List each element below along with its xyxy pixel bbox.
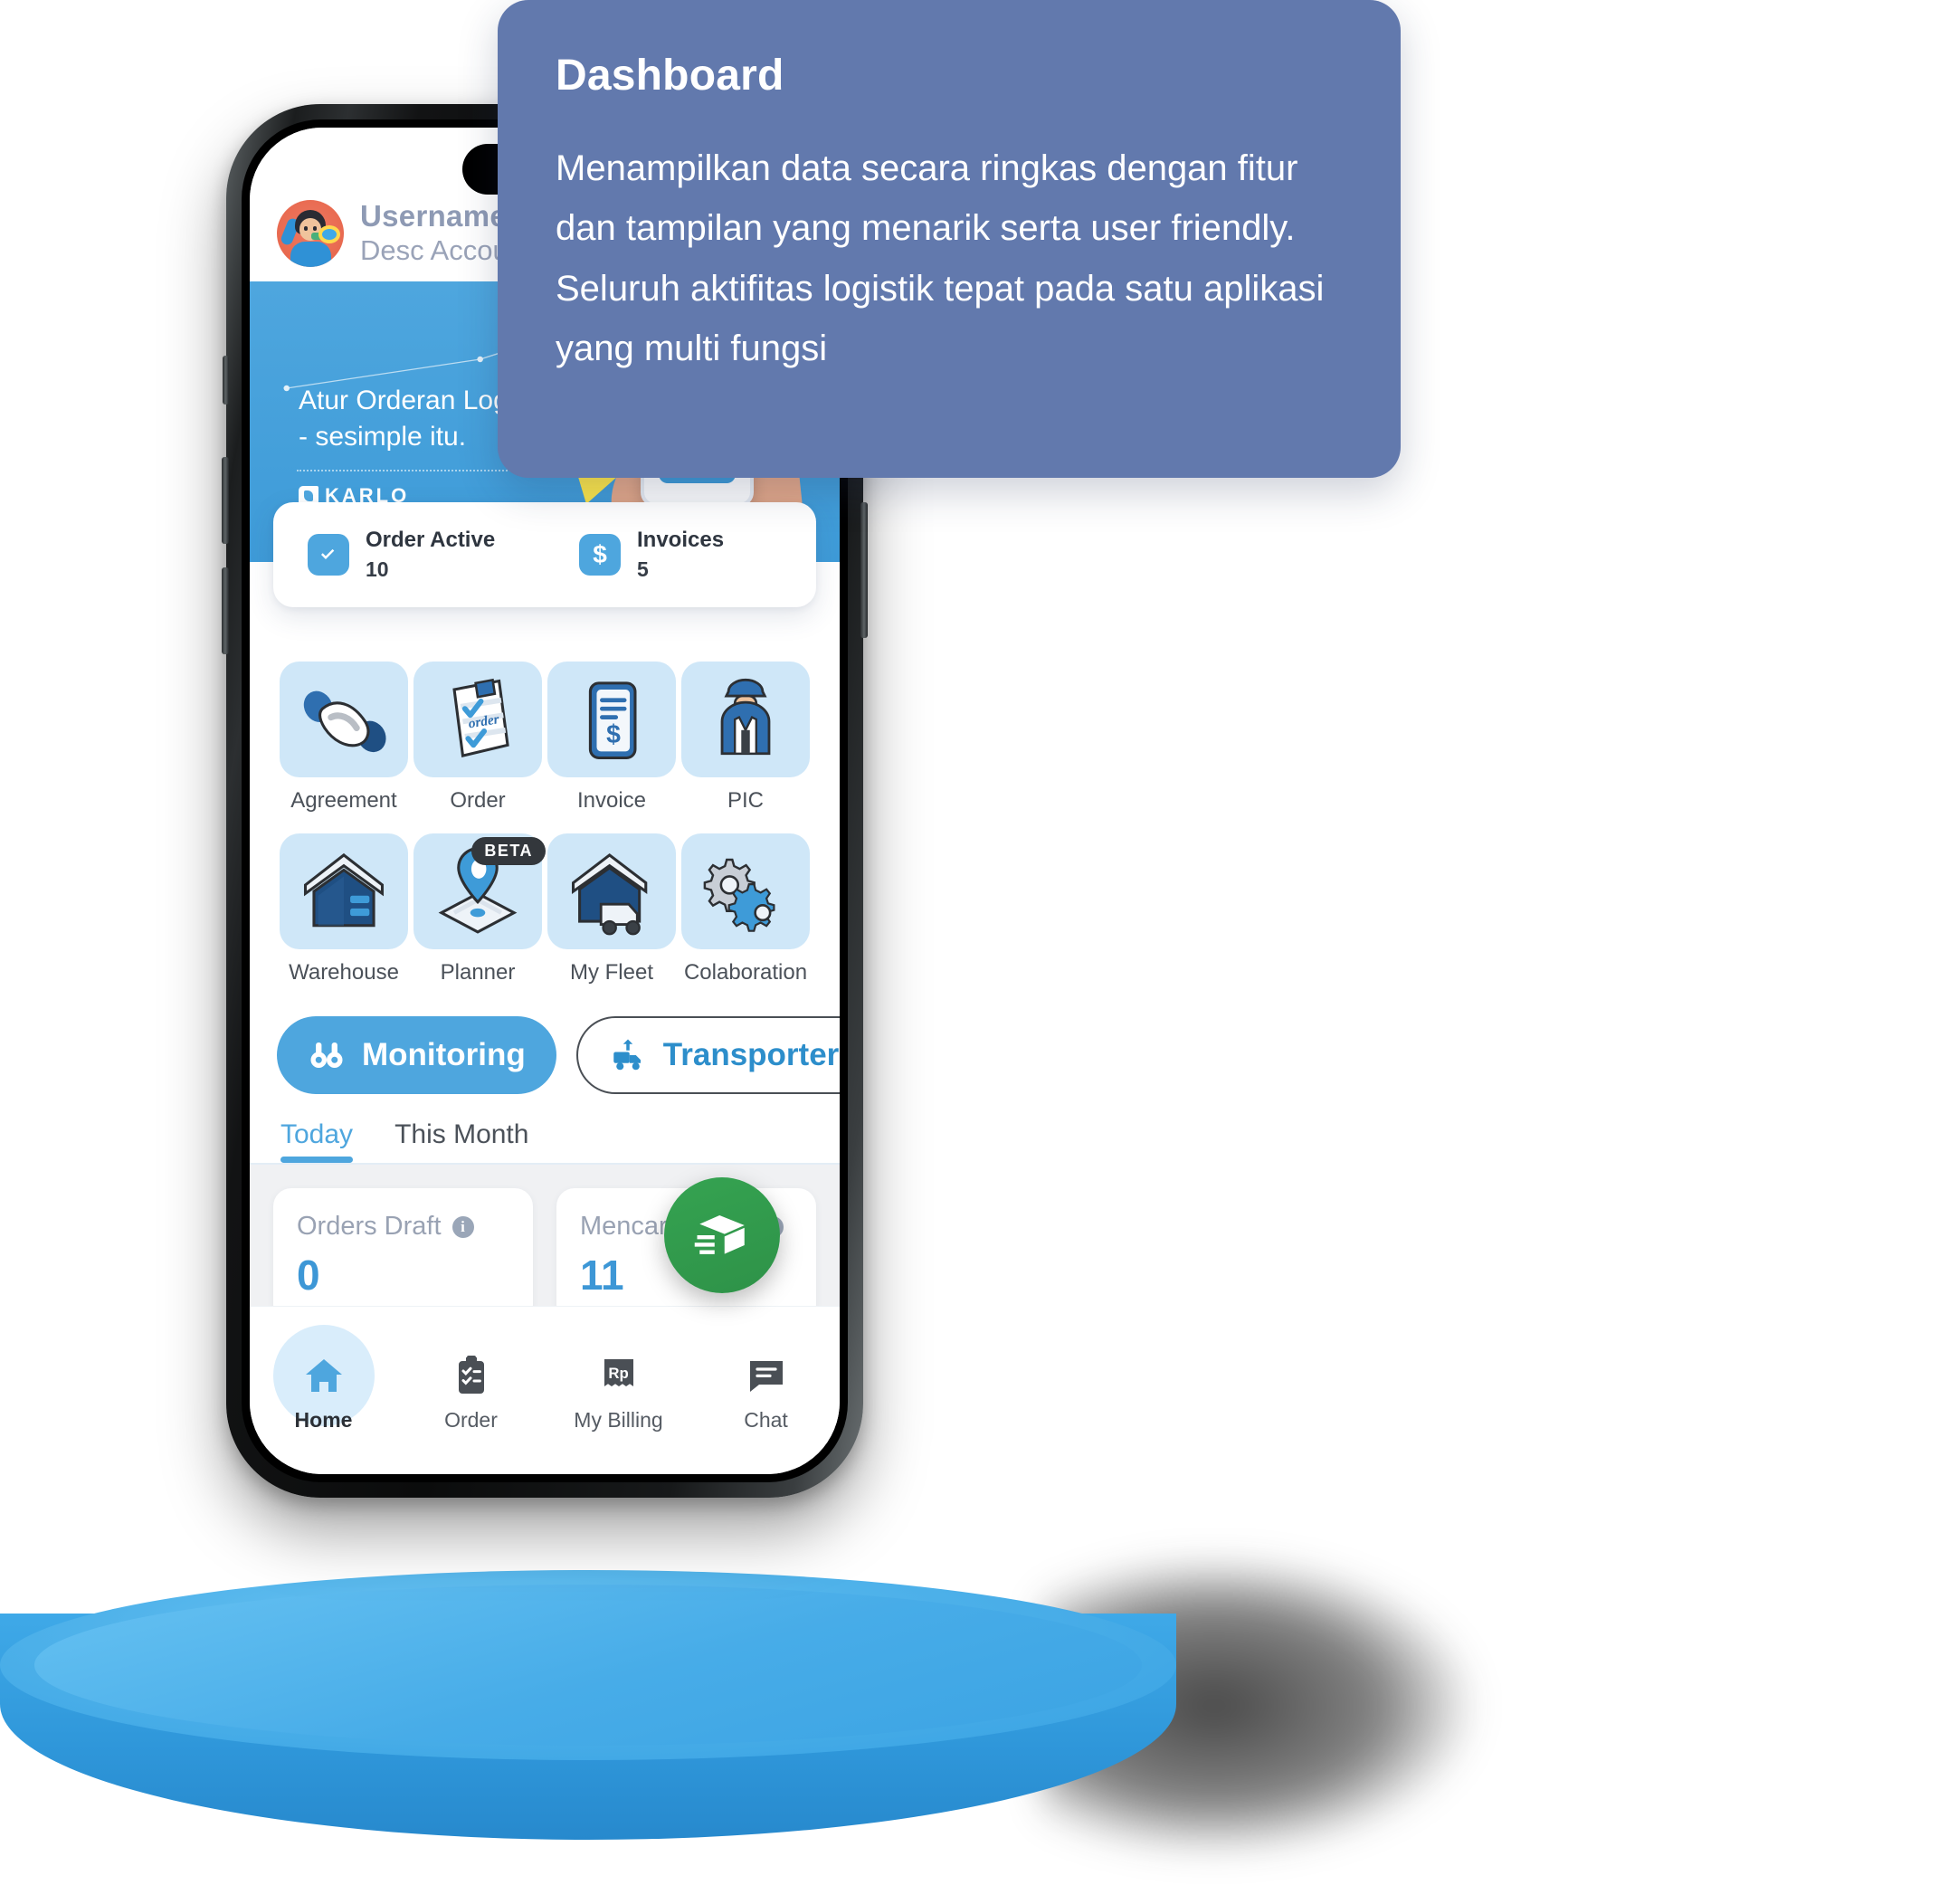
menu-item-invoice[interactable]: $ Invoice xyxy=(545,662,679,814)
stats-section: Order Active 10 $ Invoices 5 xyxy=(250,502,840,649)
tooltip-callout: Dashboard Menampilkan data secara ringka… xyxy=(498,0,1401,478)
menu-tile: order xyxy=(413,662,542,777)
clipboard-check-icon xyxy=(458,1356,484,1394)
beta-badge: BETA xyxy=(471,837,546,865)
menu-item-my-fleet[interactable]: My Fleet xyxy=(545,833,679,985)
tooltip-title: Dashboard xyxy=(556,52,784,100)
transporter-performance-button[interactable]: Transporter Performance xyxy=(575,1016,840,1094)
silent-switch[interactable] xyxy=(223,356,229,405)
menu-tile xyxy=(681,662,810,777)
shipping-box-icon xyxy=(694,1215,745,1254)
create-shipment-fab[interactable] xyxy=(664,1177,780,1293)
stat-label: Invoices xyxy=(637,528,725,553)
tooltip-body: Menampilkan data secara ringkas dengan f… xyxy=(556,148,1325,369)
scene: Username Desc Account Atur Orderan Logis… xyxy=(0,0,1958,1904)
person-worker-icon xyxy=(720,678,771,756)
chat-bubble-icon xyxy=(749,1361,783,1392)
truck-icon xyxy=(571,852,648,936)
menu-item-agreement[interactable]: Agreement xyxy=(277,662,411,814)
rupiah-receipt-icon: Rp xyxy=(604,1359,633,1386)
order-clipboard-icon: order xyxy=(452,678,509,758)
menu-label: Order xyxy=(450,788,506,813)
menu-label: Colaboration xyxy=(683,960,808,985)
nav-label: Order xyxy=(444,1408,498,1432)
menu-item-order[interactable]: order Order xyxy=(411,662,545,814)
menu-tile: BETA xyxy=(413,833,546,949)
check-square-icon xyxy=(308,534,349,576)
metric-value: 0 xyxy=(297,1252,320,1299)
menu-label: My Fleet xyxy=(569,960,653,985)
warehouse-icon xyxy=(303,852,385,928)
menu-tile xyxy=(681,833,810,949)
nav-item-chat[interactable]: Chat xyxy=(692,1325,840,1433)
stat-invoices[interactable]: $ Invoices 5 xyxy=(545,526,816,583)
power-button[interactable] xyxy=(860,502,868,638)
svg-text:Rp: Rp xyxy=(608,1365,628,1382)
tab-this-month[interactable]: This Month xyxy=(394,1119,528,1163)
period-tabs: Today This Month xyxy=(250,1094,840,1165)
menu-label: Invoice xyxy=(576,788,647,813)
menu-grid: Agreement order Order $ Invoice PIC Ware… xyxy=(250,649,840,985)
podium-top-face xyxy=(0,1570,1176,1760)
menu-tile xyxy=(280,662,408,777)
home-icon xyxy=(305,1359,342,1392)
banner-title-line2: - sesimple itu. xyxy=(299,421,467,452)
menu-tile: $ xyxy=(547,662,676,777)
podium xyxy=(0,1570,1176,1869)
metric-title: Orders Draft xyxy=(297,1212,442,1241)
volume-up-button[interactable] xyxy=(222,457,229,544)
stats-card: Order Active 10 $ Invoices 5 xyxy=(273,502,816,607)
menu-tile xyxy=(280,833,408,949)
monitoring-button[interactable]: Monitoring xyxy=(277,1016,556,1094)
dollar-icon: $ xyxy=(579,534,621,576)
bottom-navigation: Home Order Rp My Billing Chat xyxy=(250,1306,840,1474)
menu-tile xyxy=(547,833,676,949)
volume-down-button[interactable] xyxy=(222,567,229,654)
handshake-icon xyxy=(303,690,386,753)
truck-load-icon xyxy=(613,1039,641,1071)
stat-label: Order Active xyxy=(366,528,496,553)
invoice-phone-icon: $ xyxy=(588,681,637,760)
menu-label: Planner xyxy=(440,960,516,985)
menu-label: Warehouse xyxy=(289,960,399,985)
tab-today[interactable]: Today xyxy=(280,1119,354,1163)
binoculars-icon xyxy=(310,1042,343,1068)
transporter-label: Transporter Performance xyxy=(662,1037,840,1072)
menu-label: Agreement xyxy=(290,788,397,813)
nav-label: My Billing xyxy=(574,1408,663,1432)
stat-value: 5 xyxy=(637,557,649,581)
svg-text:$: $ xyxy=(606,720,621,749)
stat-order-active[interactable]: Order Active 10 xyxy=(273,526,545,583)
menu-item-planner[interactable]: BETA Planner xyxy=(411,833,546,985)
menu-item-pic[interactable]: PIC xyxy=(679,662,813,814)
menu-label: PIC xyxy=(727,788,764,813)
metric-orders-draft[interactable]: Orders Draft i 0 xyxy=(273,1188,533,1323)
menu-item-warehouse[interactable]: Warehouse xyxy=(277,833,411,985)
stat-value: 10 xyxy=(366,557,389,581)
podium-top-inner xyxy=(34,1585,1142,1746)
gears-icon xyxy=(703,858,775,932)
action-buttons: Monitoring Transporter Performance xyxy=(250,985,840,1094)
nav-item-order[interactable]: Order xyxy=(397,1325,545,1433)
nav-item-my-billing[interactable]: Rp My Billing xyxy=(545,1325,692,1433)
monitoring-label: Monitoring xyxy=(362,1037,526,1072)
nav-label: Chat xyxy=(744,1408,788,1432)
avatar[interactable] xyxy=(277,200,344,267)
menu-item-colaboration[interactable]: Colaboration xyxy=(679,833,813,985)
nav-label: Home xyxy=(294,1408,353,1432)
metric-title-row: Orders Draft i xyxy=(297,1212,509,1242)
nav-item-home[interactable]: Home xyxy=(250,1325,397,1433)
info-icon[interactable]: i xyxy=(451,1215,474,1238)
